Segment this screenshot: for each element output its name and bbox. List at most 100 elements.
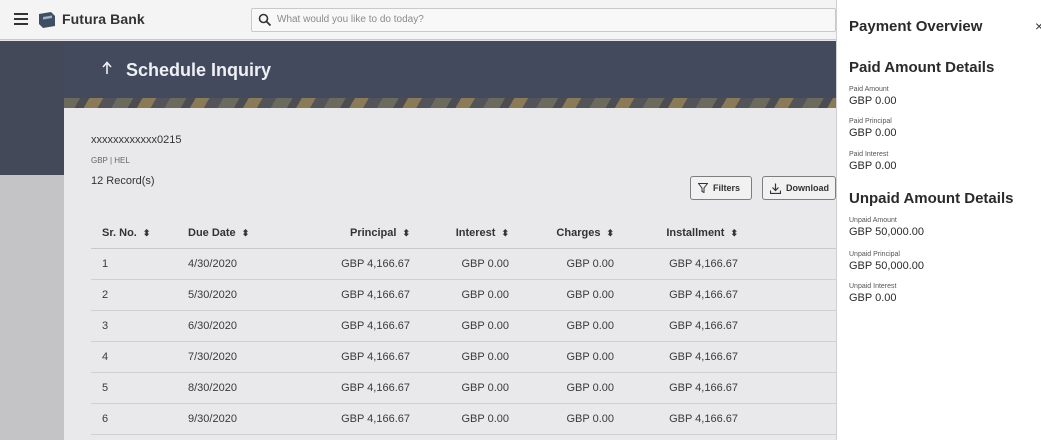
header-interest[interactable]: Interest ⬍	[418, 219, 523, 249]
search-bar[interactable]: What would you like to do today?	[251, 8, 836, 32]
paid-interest-label: Paid Interest	[849, 151, 889, 158]
table-cell: GBP 4,166.67	[298, 279, 418, 311]
unpaid-interest-label: Unpaid Interest	[849, 283, 897, 290]
table-header-row: Sr. No. ⬍ Due Date ⬍ Principal ⬍ Interest ⬍ …	[91, 219, 836, 249]
header-due-date[interactable]: Due Date ⬍	[188, 219, 298, 249]
sort-icon[interactable]: ⬍	[402, 228, 410, 239]
table-cell: GBP 4,166.67	[628, 248, 760, 280]
unpaid-interest-value: GBP 0.00	[849, 292, 897, 304]
table-row[interactable]: 2 5/30/2020 GBP 4,166.67 GBP 0.00 GBP 0.00 GB…	[91, 279, 836, 311]
table-cell: 5	[91, 372, 188, 404]
table-cell-spacer	[760, 310, 836, 342]
top-bar: Futura Bank What would you like to do to…	[0, 0, 836, 40]
account-subtext: GBP | HEL	[91, 156, 130, 165]
table-cell: GBP 0.00	[418, 403, 523, 435]
unpaid-principal-label: Unpaid Principal	[849, 251, 900, 258]
overview-title: Payment Overview	[849, 18, 983, 35]
filters-label: Filters	[713, 183, 741, 193]
search-icon	[258, 13, 272, 27]
table-cell: GBP 4,166.67	[298, 372, 418, 404]
back-arrow-icon[interactable]	[102, 61, 112, 75]
paid-interest-value: GBP 0.00	[849, 160, 897, 172]
paid-amount-value: GBP 0.00	[849, 95, 897, 107]
sort-icon[interactable]: ⬍	[242, 228, 250, 239]
bank-logo-icon	[39, 12, 55, 28]
sort-icon[interactable]: ⬍	[501, 228, 509, 239]
table-cell: GBP 4,166.67	[628, 310, 760, 342]
table-cell: 6	[91, 403, 188, 435]
table-cell: GBP 0.00	[523, 372, 628, 404]
table-cell-spacer	[760, 248, 836, 280]
table-cell: GBP 0.00	[418, 279, 523, 311]
table-cell: GBP 0.00	[523, 403, 628, 435]
decorative-stripe	[64, 98, 836, 108]
paid-principal-value: GBP 0.00	[849, 127, 897, 139]
page-banner: Schedule Inquiry	[64, 41, 836, 98]
header-installment[interactable]: Installment ⬍	[628, 219, 760, 249]
table-cell: 9/30/2020	[188, 403, 298, 435]
download-icon	[770, 183, 781, 194]
record-count: 12 Record(s)	[91, 175, 155, 187]
table-cell: GBP 0.00	[418, 341, 523, 373]
close-icon[interactable]: ×	[1035, 18, 1041, 34]
table-cell: 1	[91, 248, 188, 280]
schedule-panel: xxxxxxxxxxxx0215 GBP | HEL 12 Record(s) …	[64, 108, 836, 440]
table-cell: 6/30/2020	[188, 310, 298, 342]
table-cell: 4	[91, 341, 188, 373]
table-cell-spacer	[760, 372, 836, 404]
table-row[interactable]: 6 9/30/2020 GBP 4,166.67 GBP 0.00 GBP 0.00 GB…	[91, 403, 836, 435]
table-cell: GBP 0.00	[523, 279, 628, 311]
filter-icon	[698, 183, 708, 193]
table-cell: 8/30/2020	[188, 372, 298, 404]
table-cell: GBP 0.00	[523, 310, 628, 342]
schedule-table: Sr. No. ⬍ Due Date ⬍ Principal ⬍ Interest ⬍ …	[91, 219, 836, 435]
table-cell: GBP 0.00	[418, 310, 523, 342]
page-title: Schedule Inquiry	[126, 60, 272, 80]
payment-overview-panel: Payment Overview × Paid Amount Details P…	[836, 0, 1041, 440]
header-spacer	[760, 219, 836, 249]
unpaid-principal-value: GBP 50,000.00	[849, 260, 925, 272]
table-row[interactable]: 5 8/30/2020 GBP 4,166.67 GBP 0.00 GBP 0.00 GB…	[91, 372, 836, 404]
header-sr-no[interactable]: Sr. No. ⬍	[91, 219, 188, 249]
account-number: xxxxxxxxxxxx0215	[91, 134, 182, 146]
download-button[interactable]: Download	[762, 176, 836, 200]
table-cell: 7/30/2020	[188, 341, 298, 373]
table-cell: GBP 0.00	[523, 248, 628, 280]
table-cell: GBP 4,166.67	[298, 403, 418, 435]
paid-amount-heading: Paid Amount Details	[849, 59, 995, 76]
unpaid-amount-heading: Unpaid Amount Details	[849, 190, 1014, 207]
table-cell-spacer	[760, 279, 836, 311]
sidebar	[0, 41, 64, 440]
table-cell: 5/30/2020	[188, 279, 298, 311]
table-cell: GBP 4,166.67	[628, 372, 760, 404]
sidebar-banner-block	[0, 41, 64, 175]
table-cell: GBP 0.00	[418, 248, 523, 280]
sort-icon[interactable]: ⬍	[606, 228, 614, 239]
table-row[interactable]: 3 6/30/2020 GBP 4,166.67 GBP 0.00 GBP 0.00 GB…	[91, 310, 836, 342]
table-cell: 4/30/2020	[188, 248, 298, 280]
table-cell: GBP 4,166.67	[298, 341, 418, 373]
table-cell: 2	[91, 279, 188, 311]
table-cell: GBP 4,166.67	[628, 403, 760, 435]
table-cell: 3	[91, 310, 188, 342]
filters-button[interactable]: Filters	[690, 176, 752, 200]
paid-principal-label: Paid Principal	[849, 118, 892, 125]
table-row[interactable]: 4 7/30/2020 GBP 4,166.67 GBP 0.00 GBP 0.00 GB…	[91, 341, 836, 373]
sort-icon[interactable]: ⬍	[730, 228, 738, 239]
download-label: Download	[786, 183, 829, 193]
unpaid-amount-value: GBP 50,000.00	[849, 226, 925, 238]
search-placeholder: What would you like to do today?	[277, 14, 424, 25]
header-charges[interactable]: Charges ⬍	[523, 219, 628, 249]
table-cell-spacer	[760, 341, 836, 373]
header-principal[interactable]: Principal ⬍	[298, 219, 418, 249]
sort-icon[interactable]: ⬍	[143, 228, 151, 239]
table-row[interactable]: 1 4/30/2020 GBP 4,166.67 GBP 0.00 GBP 0.00 GB…	[91, 248, 836, 280]
table-cell-spacer	[760, 403, 836, 435]
app-background: Futura Bank What would you like to do to…	[0, 0, 836, 440]
table-cell: GBP 0.00	[418, 372, 523, 404]
unpaid-amount-label: Unpaid Amount	[849, 217, 897, 224]
paid-amount-label: Paid Amount	[849, 86, 889, 93]
table-cell: GBP 4,166.67	[628, 341, 760, 373]
brand-name[interactable]: Futura Bank	[62, 11, 145, 27]
hamburger-icon[interactable]	[14, 13, 28, 25]
